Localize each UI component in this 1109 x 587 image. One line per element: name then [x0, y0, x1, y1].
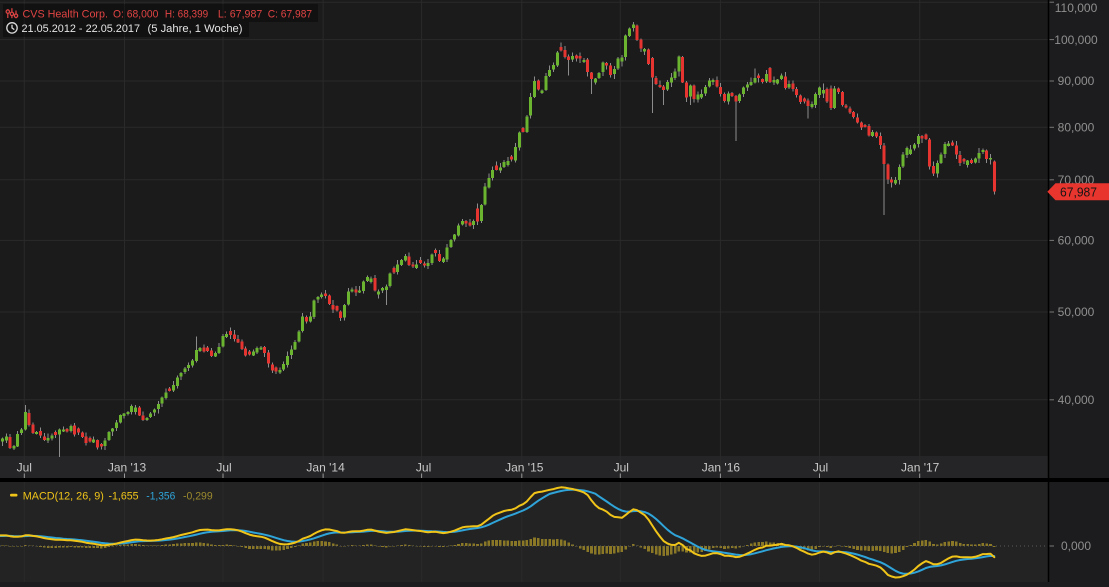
svg-text:Jan '15: Jan '15 — [505, 461, 544, 475]
svg-text:O: 68,000: O: 68,000 — [113, 9, 158, 21]
svg-text:67,987: 67,987 — [1060, 184, 1097, 199]
svg-text:110,000: 110,000 — [1055, 1, 1098, 15]
svg-text:Jan '13: Jan '13 — [108, 461, 147, 475]
svg-text:Jan '16: Jan '16 — [702, 461, 741, 475]
svg-text:60,000: 60,000 — [1058, 234, 1095, 248]
svg-text:Jan '14: Jan '14 — [306, 461, 345, 475]
svg-text:(5 Jahre, 1 Woche): (5 Jahre, 1 Woche) — [148, 23, 243, 35]
svg-text:50,000: 50,000 — [1058, 305, 1095, 319]
svg-text:40,000: 40,000 — [1058, 393, 1095, 407]
svg-text:Jul: Jul — [17, 461, 32, 475]
svg-text:21.05.2012 - 22.05.2017: 21.05.2012 - 22.05.2017 — [22, 23, 141, 35]
svg-text:0,000: 0,000 — [1061, 539, 1091, 553]
svg-text:MACD(12, 26, 9): MACD(12, 26, 9) — [23, 491, 104, 503]
svg-text:H: 68,399: H: 68,399 — [165, 9, 208, 21]
svg-text:CVS Health Corp.: CVS Health Corp. — [23, 9, 109, 21]
svg-text:Jan '17: Jan '17 — [901, 461, 940, 475]
svg-text:Jul: Jul — [813, 461, 828, 475]
svg-text:100,000: 100,000 — [1054, 33, 1098, 47]
svg-text:-1,356: -1,356 — [146, 491, 175, 503]
svg-text:-1,655: -1,655 — [109, 491, 139, 503]
svg-text:-0,299: -0,299 — [183, 491, 213, 503]
svg-text:80,000: 80,000 — [1058, 121, 1095, 135]
svg-text:C: 67,987: C: 67,987 — [268, 9, 312, 21]
svg-text:L: 67,987: L: 67,987 — [218, 9, 262, 21]
svg-text:Jul: Jul — [614, 461, 629, 475]
svg-text:Jul: Jul — [416, 461, 431, 475]
svg-text:90,000: 90,000 — [1058, 74, 1095, 88]
svg-text:Jul: Jul — [216, 461, 231, 475]
